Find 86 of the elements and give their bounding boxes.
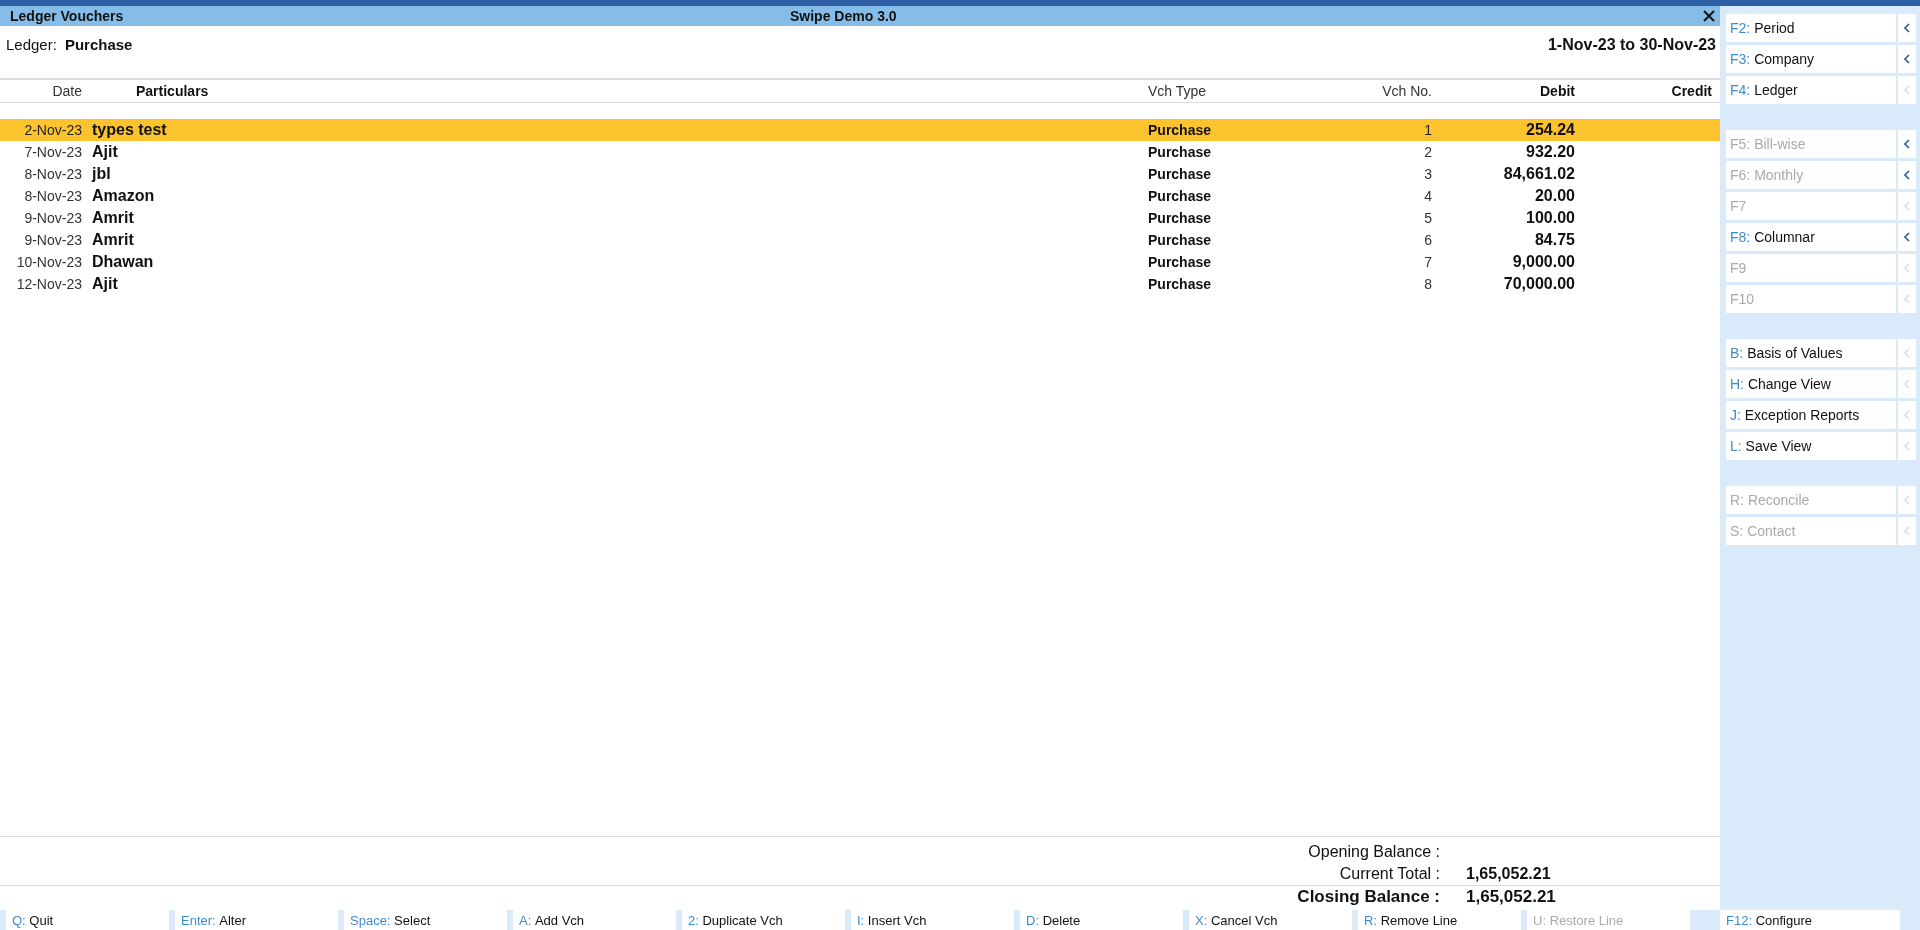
table-cell-text: 932.20 (1525, 143, 1575, 161)
total-value: 1,65,052.21 (1465, 887, 1556, 907)
table-cell-text: Purchase (1148, 232, 1213, 248)
side-button[interactable]: F3: Company (1726, 45, 1896, 73)
shortcut-button[interactable]: D: Delete (1020, 910, 1183, 930)
table-cell-text: 10-Nov-23 (15, 254, 82, 270)
column-header: Debit (1539, 83, 1575, 99)
column-header: Date (51, 83, 82, 99)
table-cell-text: 7 (1423, 254, 1432, 270)
table-cell-text: 6 (1423, 232, 1432, 248)
close-icon[interactable] (1702, 9, 1716, 23)
table-cell-text: Dhawan (91, 253, 155, 271)
table-cell-text: 84,661.02 (1502, 165, 1575, 183)
shortcut-button[interactable]: Q: Quit (6, 910, 169, 930)
table-cell-text: Purchase (1148, 166, 1213, 182)
table-cell-text: Ajit (91, 143, 119, 161)
column-header: Vch No. (1381, 83, 1432, 99)
total-label: Opening Balance : (1307, 843, 1440, 861)
table-cell-text: Amazon (91, 187, 156, 205)
column-header: Vch Type (1148, 83, 1208, 99)
table-cell-text: Amrit (91, 231, 135, 249)
caret-icon[interactable] (1904, 54, 1910, 64)
side-button[interactable]: B: Basis of Values (1726, 339, 1896, 367)
table-cell-text: 7-Nov-23 (23, 144, 82, 160)
table-row[interactable]: 8-Nov-23 jbl Purchase 3 84,661.02 (0, 163, 1720, 185)
table-row[interactable]: 10-Nov-23 Dhawan Purchase 7 9,000.00 (0, 251, 1720, 273)
shortcut-button[interactable]: Enter: Alter (175, 910, 338, 930)
table-cell-text: 2-Nov-23 (23, 122, 82, 138)
side-button[interactable]: F4: Ledger (1726, 76, 1896, 104)
table-cell-text: jbl (90, 165, 112, 183)
table-cell-text: 9-Nov-23 (23, 210, 82, 226)
table-cell-text: Purchase (1148, 188, 1213, 204)
total-label: Closing Balance : (1296, 887, 1440, 907)
total-label: Current Total : (1338, 865, 1440, 883)
table-cell-text: 254.24 (1525, 121, 1575, 139)
table-cell-text: Purchase (1148, 276, 1213, 292)
shortcut-button[interactable]: X: Cancel Vch (1189, 910, 1352, 930)
table-cell-text: 8 (1423, 276, 1432, 292)
table-row[interactable]: 7-Nov-23 Ajit Purchase 2 932.20 (0, 141, 1720, 163)
table-cell-text: 5 (1423, 210, 1432, 226)
table-cell-text: 2 (1423, 144, 1432, 160)
side-button[interactable]: F2: Period (1726, 14, 1896, 42)
ledger-name: Purchase (64, 36, 133, 53)
column-header: Particulars (135, 83, 210, 99)
table-cell-text: 84.75 (1533, 231, 1575, 249)
table-cell-text: Purchase (1148, 254, 1213, 270)
caret-icon[interactable] (1904, 23, 1910, 33)
side-button[interactable]: F8: Columnar (1726, 223, 1896, 251)
table-cell-text: 9-Nov-23 (23, 232, 82, 248)
shortcut-button[interactable]: A: Add Vch (513, 910, 676, 930)
table-cell-text: 9,000.00 (1511, 253, 1575, 271)
column-header: Credit (1670, 83, 1712, 99)
shortcut-button[interactable]: Space: Select (344, 910, 507, 930)
side-button[interactable]: L: Save View (1726, 432, 1896, 460)
period-text: 1-Nov-23 to 30-Nov-23 (1547, 36, 1716, 54)
table-row[interactable]: 9-Nov-23 Amrit Purchase 5 100.00 (0, 207, 1720, 229)
caret-icon[interactable] (1904, 232, 1910, 242)
table-cell-text: 12-Nov-23 (15, 276, 82, 292)
table-row[interactable]: 8-Nov-23 Amazon Purchase 4 20.00 (0, 185, 1720, 207)
table-cell-text: Ajit (91, 275, 119, 293)
side-button[interactable]: H: Change View (1726, 370, 1896, 398)
table-row[interactable]: 12-Nov-23 Ajit Purchase 8 70,000.00 (0, 273, 1720, 295)
table-cell-text: 4 (1423, 188, 1432, 204)
side-button[interactable]: J: Exception Reports (1726, 401, 1896, 429)
table-cell-text: 8-Nov-23 (23, 188, 82, 204)
table-cell-text: types test (91, 121, 168, 139)
shortcut-button[interactable]: R: Remove Line (1358, 910, 1521, 930)
table-cell-text: 20.00 (1533, 187, 1575, 205)
total-value: 1,65,052.21 (1465, 865, 1551, 883)
company-name: Swipe Demo 3.0 (790, 8, 898, 24)
table-cell-text: 70,000.00 (1502, 275, 1575, 293)
shortcut-button[interactable]: I: Insert Vch (851, 910, 1014, 930)
window-title: Ledger Vouchers (10, 8, 125, 24)
table-cell-text: Amrit (91, 209, 135, 227)
table-cell-text: 1 (1423, 122, 1432, 138)
table-cell-text: 8-Nov-23 (23, 166, 82, 182)
table-cell-text: 100.00 (1525, 209, 1575, 227)
table-cell-text: Purchase (1148, 122, 1213, 138)
configure-button[interactable]: F12: Configure (1720, 910, 1900, 930)
table-row[interactable]: 2-Nov-23 types test Purchase 1 254.24 (0, 119, 1720, 141)
table-cell-text: Purchase (1148, 144, 1213, 160)
ledger-label: Ledger: (6, 36, 57, 53)
table-cell-text: 3 (1423, 166, 1432, 182)
shortcut-button[interactable]: 2: Duplicate Vch (682, 910, 845, 930)
table-row[interactable]: 9-Nov-23 Amrit Purchase 6 84.75 (0, 229, 1720, 251)
table-cell-text: Purchase (1148, 210, 1213, 226)
